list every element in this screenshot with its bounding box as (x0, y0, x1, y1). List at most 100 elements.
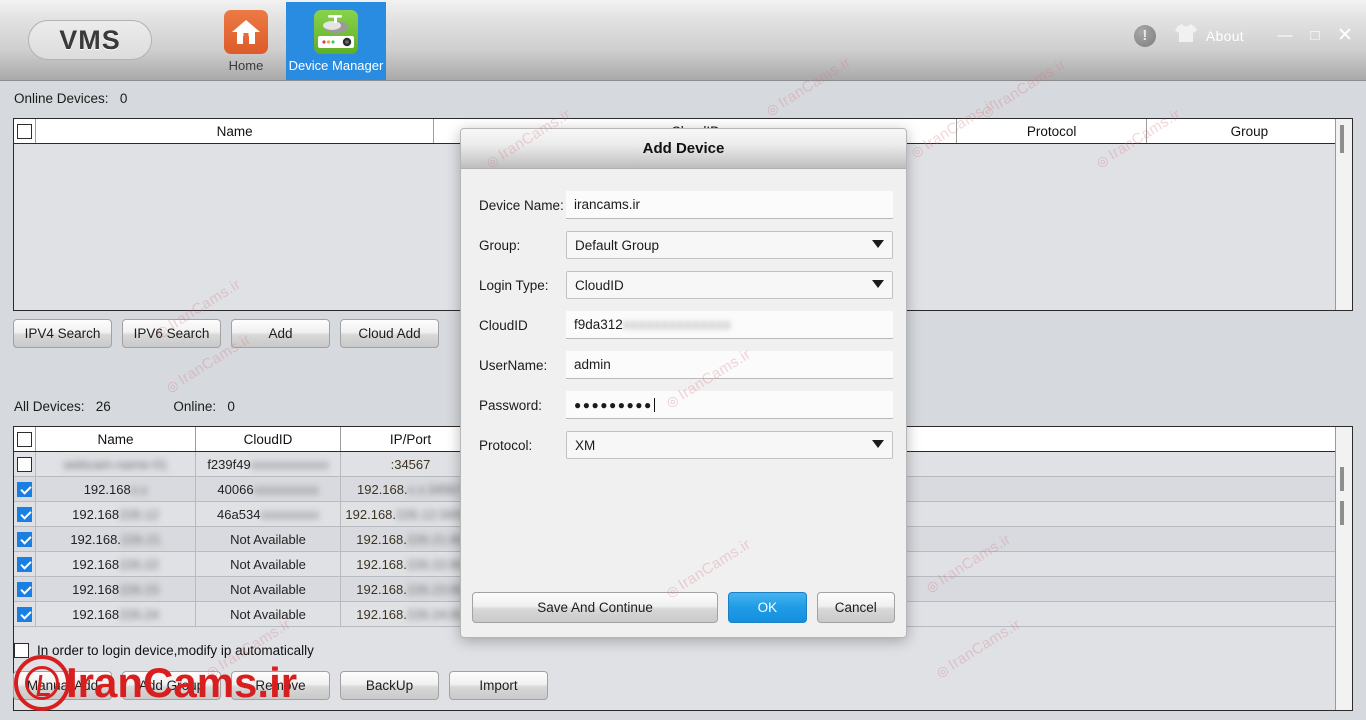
all-devices-count: 26 (95, 399, 111, 414)
cell-name: 192.168 x.x (36, 477, 196, 501)
cell-cloudid: Not Available (196, 577, 341, 601)
online-scroll-thumb[interactable] (1340, 125, 1344, 153)
add-device-form: Device Name: irancams.ir Group: Default … (461, 169, 906, 459)
field-login-type: Login Type: CloudID (470, 271, 893, 299)
import-button[interactable]: Import (449, 671, 548, 700)
all-scroll-thumb-a[interactable] (1340, 467, 1344, 491)
cloud-add-button[interactable]: Cloud Add (340, 319, 439, 348)
row-checkbox[interactable] (17, 556, 32, 572)
save-and-continue-button[interactable]: Save And Continue (472, 592, 719, 623)
field-username: UserName: admin (470, 351, 893, 379)
window-maximize-button[interactable]: □ (1302, 23, 1328, 49)
cell-name: 192.168 226.22 (36, 552, 196, 576)
alert-icon[interactable]: ! (1133, 24, 1156, 47)
title-bar: VMS Home Device Manager ! About — □ ✕ (0, 0, 1366, 81)
cloudid-input[interactable]: f9da312 xxxxxxxxxxxxxx (566, 311, 893, 339)
chevron-down-icon[interactable] (872, 240, 884, 248)
online-label: Online: (173, 399, 217, 414)
auto-modify-ip-row[interactable]: In order to login device,modify ip autom… (14, 643, 314, 658)
all-select-all-checkbox[interactable] (17, 431, 32, 447)
username-label: UserName: (479, 357, 548, 373)
protocol-select[interactable]: XM (566, 431, 893, 459)
row-checkbox[interactable] (17, 581, 32, 597)
cloudid-value: f9da312 (574, 317, 623, 332)
online-select-all-header[interactable] (14, 119, 36, 143)
all-devices-counter: All Devices: 26 Online: 0 (14, 399, 235, 414)
add-group-button[interactable]: Add Group (122, 671, 221, 700)
app-logo: VMS (28, 20, 152, 60)
bottom-button-row: Manual Add Add Group Remove BackUp Import (13, 671, 548, 700)
all-table-scrollbar[interactable] (1335, 427, 1352, 710)
row-checkbox[interactable] (17, 481, 32, 497)
cell-cloudid: Not Available (196, 552, 341, 576)
tab-home-label: Home (228, 58, 264, 73)
field-device-name: Device Name: irancams.ir (470, 191, 893, 219)
row-checkbox[interactable] (17, 506, 32, 522)
row-select-cell[interactable] (14, 502, 36, 526)
row-select-cell[interactable] (14, 452, 36, 476)
all-scroll-thumb-b[interactable] (1340, 501, 1344, 525)
chevron-down-icon[interactable] (872, 440, 884, 448)
online-table-scrollbar[interactable] (1335, 119, 1352, 310)
chevron-down-icon[interactable] (872, 280, 884, 288)
add-device-dialog: Add Device Device Name: irancams.ir Grou… (460, 128, 907, 638)
cancel-button[interactable]: Cancel (816, 592, 895, 623)
group-select[interactable]: Default Group (566, 231, 893, 259)
row-checkbox[interactable] (17, 531, 32, 547)
cell-cloudid: 40066 xxxxxxxxxx (196, 477, 341, 501)
window-close-button[interactable]: ✕ (1332, 23, 1358, 49)
titlebar-right-cluster: ! About — □ ✕ (1133, 22, 1366, 49)
row-checkbox[interactable] (17, 456, 32, 472)
auto-modify-ip-checkbox[interactable] (14, 643, 29, 658)
login-type-label: Login Type: (479, 277, 549, 293)
online-devices-counter: Online Devices: 0 (14, 91, 127, 106)
device-name-input[interactable]: irancams.ir (566, 191, 893, 219)
tshirt-icon[interactable] (1174, 22, 1198, 49)
backup-button[interactable]: BackUp (340, 671, 439, 700)
tab-device-manager-label: Device Manager (288, 58, 384, 73)
cell-cloudid: Not Available (196, 527, 341, 551)
cloudid-redacted: xxxxxxxxxxxxxx (622, 317, 732, 332)
tab-home[interactable]: Home (196, 2, 296, 80)
manual-add-button[interactable]: Manual Add (13, 671, 112, 700)
row-select-cell[interactable] (14, 477, 36, 501)
row-checkbox[interactable] (17, 606, 32, 622)
password-input[interactable]: ●●●●●●●●● (566, 391, 893, 419)
ipv4-search-button[interactable]: IPV4 Search (13, 319, 112, 348)
field-group: Group: Default Group (470, 231, 893, 259)
row-select-cell[interactable] (14, 602, 36, 626)
all-select-all-header[interactable] (14, 427, 36, 451)
ok-button[interactable]: OK (728, 592, 807, 623)
online-count: 0 (227, 399, 235, 414)
all-col-name[interactable]: Name (36, 427, 196, 451)
tab-device-manager[interactable]: Device Manager (286, 2, 386, 80)
online-col-name[interactable]: Name (35, 119, 435, 143)
all-col-cloudid[interactable]: CloudID (196, 427, 341, 451)
online-devices-label: Online Devices: (14, 91, 109, 106)
vms-app-window: VMS Home Device Manager ! About — □ ✕ On… (0, 0, 1366, 720)
home-icon (224, 10, 268, 54)
search-button-row: IPV4 Search IPV6 Search Add Cloud Add (13, 319, 439, 348)
row-select-cell[interactable] (14, 527, 36, 551)
about-label[interactable]: About (1206, 28, 1244, 44)
row-select-cell[interactable] (14, 552, 36, 576)
password-label: Password: (479, 397, 543, 413)
cell-name: webcam-name-01 (36, 452, 196, 476)
cloudid-label: CloudID (479, 317, 528, 333)
field-protocol: Protocol: XM (470, 431, 893, 459)
field-password: Password: ●●●●●●●●● (470, 391, 893, 419)
password-value: ●●●●●●●●● (574, 397, 653, 412)
online-select-all-checkbox[interactable] (16, 123, 32, 139)
row-select-cell[interactable] (14, 577, 36, 601)
online-col-protocol[interactable]: Protocol (957, 119, 1147, 143)
cell-name: 192.168 226.23 (36, 577, 196, 601)
ipv6-search-button[interactable]: IPV6 Search (122, 319, 221, 348)
login-type-select[interactable]: CloudID (566, 271, 893, 299)
window-minimize-button[interactable]: — (1272, 23, 1298, 49)
online-devices-count: 0 (119, 91, 128, 106)
online-col-group[interactable]: Group (1146, 119, 1353, 143)
device-name-label: Device Name: (479, 197, 564, 213)
username-input[interactable]: admin (566, 351, 893, 379)
remove-button[interactable]: Remove (231, 671, 330, 700)
add-button[interactable]: Add (231, 319, 330, 348)
